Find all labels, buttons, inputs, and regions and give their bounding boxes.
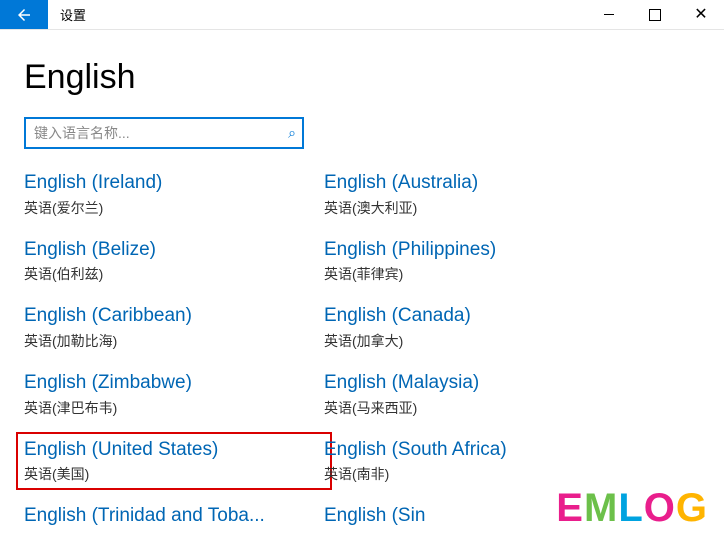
watermark-letter: L xyxy=(618,486,643,530)
search-input[interactable] xyxy=(24,117,304,149)
language-item[interactable]: English (Australia)英语(澳大利亚) xyxy=(324,171,624,218)
watermark: EMLOG xyxy=(556,486,708,531)
language-native: 英语(伯利兹) xyxy=(24,264,324,284)
arrow-left-icon xyxy=(15,6,33,24)
language-item[interactable]: English (Canada)英语(加拿大) xyxy=(324,304,624,351)
language-native: 英语(加勒比海) xyxy=(24,331,324,351)
language-name: English (Belize) xyxy=(24,238,314,263)
titlebar: 设置 ✕ xyxy=(0,0,724,30)
back-button[interactable] xyxy=(0,0,48,29)
language-name: English (Australia) xyxy=(324,171,614,196)
language-name: English (Canada) xyxy=(324,304,614,329)
language-native: 英语(南非) xyxy=(324,464,624,484)
language-item[interactable]: English (Malaysia)英语(马来西亚) xyxy=(324,371,624,418)
language-item[interactable]: English (Philippines)英语(菲律宾) xyxy=(324,238,624,285)
language-item[interactable]: English (Trinidad and Toba... xyxy=(24,504,324,529)
titlebar-spacer xyxy=(98,0,586,29)
watermark-letter: M xyxy=(584,486,618,530)
window-title: 设置 xyxy=(48,0,98,29)
language-native: 英语(加拿大) xyxy=(324,331,624,351)
minimize-button[interactable] xyxy=(586,0,632,29)
page-title: English xyxy=(24,58,700,97)
language-item[interactable]: English (South Africa)英语(南非) xyxy=(324,438,624,485)
language-name: English (Ireland) xyxy=(24,171,314,196)
close-button[interactable]: ✕ xyxy=(678,0,724,29)
language-native: 英语(澳大利亚) xyxy=(324,198,624,218)
search-wrap: ⌕ xyxy=(24,117,304,149)
language-native: 英语(菲律宾) xyxy=(324,264,624,284)
watermark-letter: E xyxy=(556,486,584,530)
language-name: English (Zimbabwe) xyxy=(24,371,314,396)
language-name: English (Caribbean) xyxy=(24,304,314,329)
language-native: 英语(爱尔兰) xyxy=(24,198,324,218)
language-native: 英语(马来西亚) xyxy=(324,398,624,418)
language-item[interactable]: English (United States)英语(美国) xyxy=(16,432,332,491)
language-name: English (Philippines) xyxy=(324,238,614,263)
language-native: 英语(津巴布韦) xyxy=(24,398,324,418)
language-name: English (Malaysia) xyxy=(324,371,614,396)
language-item[interactable]: English (Ireland)英语(爱尔兰) xyxy=(24,171,324,218)
language-native: 英语(美国) xyxy=(24,464,324,484)
language-item[interactable]: English (Belize)英语(伯利兹) xyxy=(24,238,324,285)
maximize-button[interactable] xyxy=(632,0,678,29)
watermark-letter: G xyxy=(676,486,708,530)
watermark-letter: O xyxy=(644,486,676,530)
language-item[interactable]: English (Zimbabwe)英语(津巴布韦) xyxy=(24,371,324,418)
language-name: English (Trinidad and Toba... xyxy=(24,504,314,529)
language-grid: English (Ireland)英语(爱尔兰)English (Austral… xyxy=(24,171,700,529)
content-area: English ⌕ English (Ireland)英语(爱尔兰)Englis… xyxy=(0,30,724,529)
language-name: English (South Africa) xyxy=(324,438,614,463)
language-item[interactable]: English (Caribbean)英语(加勒比海) xyxy=(24,304,324,351)
language-name: English (United States) xyxy=(24,438,314,463)
